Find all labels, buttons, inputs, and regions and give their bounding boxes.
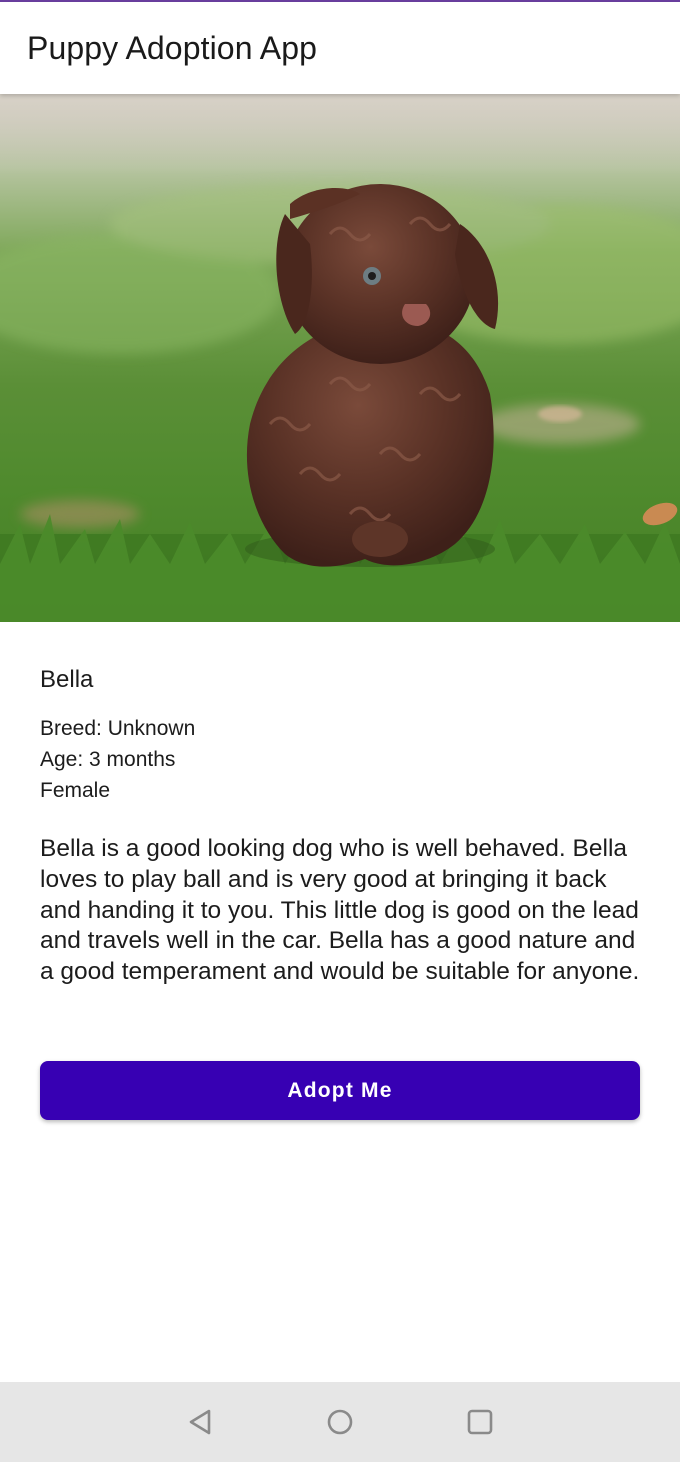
- system-nav-bar: [0, 1382, 680, 1462]
- app-title: Puppy Adoption App: [27, 30, 318, 66]
- back-icon[interactable]: [185, 1406, 217, 1438]
- puppy-sex: Female: [40, 779, 111, 802]
- puppy-figure: [245, 184, 499, 567]
- puppy-age: Age: 3 months: [40, 748, 176, 771]
- recents-icon[interactable]: [464, 1406, 496, 1438]
- puppy-name: Bella: [40, 666, 94, 693]
- app-bar: Puppy Adoption App: [0, 2, 680, 94]
- puppy-breed: Breed: Unknown: [40, 717, 196, 740]
- home-icon[interactable]: [324, 1406, 356, 1438]
- puppy-photo: [0, 94, 680, 622]
- puppy-illustration: [0, 94, 680, 622]
- screen: Puppy Adoption App Bella Breed: Unknown …: [0, 0, 680, 1462]
- adopt-me-button[interactable]: Adopt Me: [40, 1061, 640, 1120]
- puppy-description: Bella is a good looking dog who is well …: [40, 835, 640, 986]
- puppy-facts: Breed: Unknown Age: 3 months Female: [40, 713, 195, 806]
